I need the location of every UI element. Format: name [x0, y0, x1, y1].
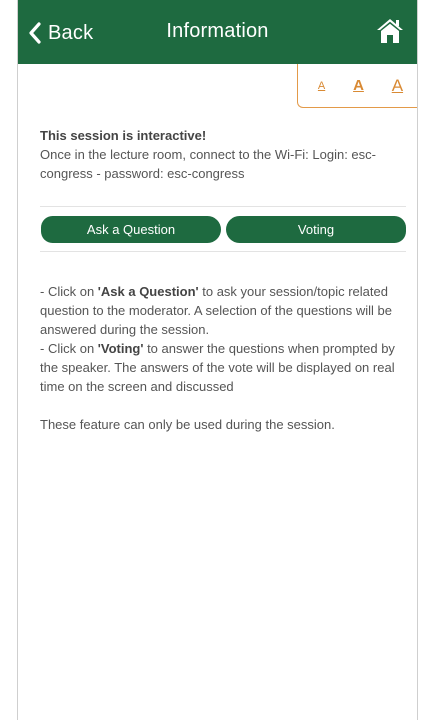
- navigation-bar: Back Information: [18, 0, 417, 64]
- ask-question-emphasis: 'Ask a Question': [97, 284, 199, 299]
- page-title: Information: [166, 20, 269, 42]
- ask-question-button[interactable]: Ask a Question: [41, 216, 221, 243]
- font-size-medium-button[interactable]: A: [353, 77, 364, 94]
- home-icon: [375, 19, 405, 50]
- home-button[interactable]: [375, 16, 405, 46]
- intro-title: This session is interactive!: [40, 128, 207, 143]
- intro-section: This session is interactive! Once in the…: [40, 126, 400, 183]
- voting-emphasis: 'Voting': [97, 341, 144, 356]
- instruction-ask: - Click on 'Ask a Question' to ask your …: [40, 284, 392, 337]
- font-size-selector: A A A: [297, 64, 417, 108]
- instructions-section: - Click on 'Ask a Question' to ask your …: [40, 282, 400, 434]
- instruction-voting: - Click on 'Voting' to answer the questi…: [40, 341, 395, 394]
- usage-note: These feature can only be used during th…: [40, 417, 335, 432]
- font-size-large-button[interactable]: A: [392, 76, 403, 96]
- voting-button[interactable]: Voting: [226, 216, 406, 243]
- action-button-row: Ask a Question Voting: [40, 206, 406, 252]
- app-frame: Back Information A A A This session is i…: [17, 0, 418, 720]
- font-size-small-button[interactable]: A: [318, 80, 325, 92]
- intro-text: Once in the lecture room, connect to the…: [40, 147, 376, 181]
